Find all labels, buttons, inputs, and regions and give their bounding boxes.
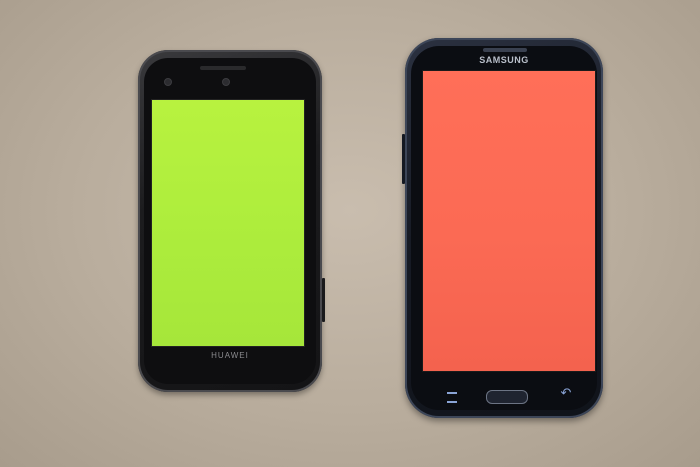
huawei-earpiece	[200, 66, 246, 70]
huawei-phone: HUAWEI	[138, 50, 325, 392]
huawei-green-screen	[151, 99, 305, 347]
samsung-volume-button	[402, 134, 405, 184]
huawei-camera-icon	[222, 78, 230, 86]
samsung-phone: SAMSUNG ↶	[402, 38, 603, 418]
huawei-volume-button	[322, 278, 325, 322]
home-button	[486, 390, 528, 404]
huawei-logo: HUAWEI	[211, 351, 249, 360]
huawei-sensor-icon	[164, 78, 172, 86]
back-arrow-icon: ↶	[560, 385, 572, 400]
photo-scene: HUAWEI SAMSUNG ↶	[0, 0, 700, 467]
samsung-red-screen	[422, 70, 596, 372]
menu-icon	[447, 392, 457, 403]
samsung-logo: SAMSUNG	[479, 55, 529, 65]
samsung-earpiece	[483, 48, 527, 52]
